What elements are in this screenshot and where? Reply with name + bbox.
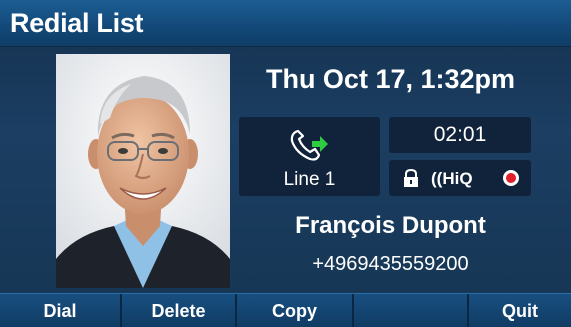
record-icon [503, 170, 519, 186]
title-bar: Redial List [0, 0, 571, 47]
caller-name: François Dupont [295, 212, 486, 239]
call-duration: 02:01 [433, 123, 487, 146]
contact-photo [56, 54, 230, 288]
softkey-bar: Dial Delete Copy Quit [0, 293, 571, 327]
duration-panel: 02:01 [389, 117, 531, 153]
dial-softkey[interactable]: Dial [0, 294, 122, 327]
copy-softkey[interactable]: Copy [237, 294, 354, 327]
status-panel: ((HiQ [389, 160, 531, 196]
line-label: Line 1 [283, 169, 336, 190]
page-title: Redial List [10, 8, 144, 38]
quit-softkey[interactable]: Quit [469, 294, 571, 327]
phone-transfer-icon [290, 129, 328, 161]
caller-number: +4969435559200 [312, 253, 469, 275]
lock-icon [404, 169, 418, 187]
hiq-icon: ((HiQ [431, 169, 473, 188]
phone-screen: Redial List Thu Oct 17, 1:32pm Line 1 02… [0, 0, 571, 327]
line-panel: Line 1 [239, 117, 380, 196]
empty-softkey[interactable] [354, 294, 469, 327]
delete-softkey[interactable]: Delete [122, 294, 237, 327]
hiq-label: ((HiQ [431, 169, 473, 188]
call-datetime: Thu Oct 17, 1:32pm [265, 64, 516, 94]
